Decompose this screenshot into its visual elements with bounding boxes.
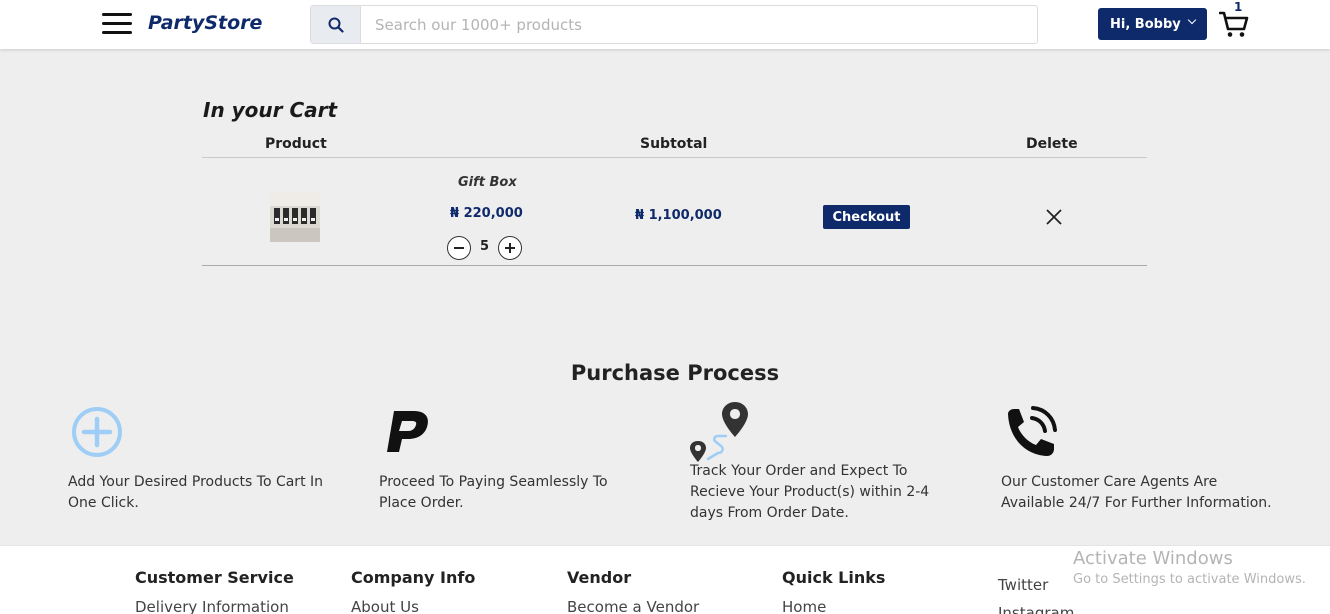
footer-heading-vendor: Vendor	[567, 568, 632, 587]
search-button[interactable]	[311, 6, 361, 43]
purchase-process-title: Purchase Process	[570, 361, 780, 385]
footer-heading-quick-links: Quick Links	[782, 568, 886, 587]
column-header-product: Product	[265, 136, 327, 152]
chevron-down-icon	[1187, 15, 1197, 25]
brand-logo[interactable]: PartyStore	[148, 12, 262, 34]
quantity-value: 5	[480, 239, 490, 254]
route-map-icon	[690, 402, 748, 462]
plus-circle-icon	[72, 407, 122, 457]
search-bar	[310, 5, 1038, 44]
step-description: Track Your Order and Expect To Recieve Y…	[690, 463, 930, 521]
search-icon	[328, 17, 344, 33]
product-thumbnail[interactable]	[270, 192, 320, 242]
close-icon[interactable]	[1045, 208, 1063, 226]
paypal-icon	[387, 411, 428, 452]
product-price: ₦ 220,000	[450, 206, 523, 221]
minus-icon	[454, 247, 464, 249]
hamburger-menu-icon[interactable]	[102, 13, 132, 35]
footer-link-instagram[interactable]: Instagram	[998, 604, 1074, 614]
item-subtotal: ₦ 1,100,000	[635, 208, 722, 223]
footer-link-about-us[interactable]: About Us	[351, 598, 419, 614]
cart-title: In your Cart	[203, 98, 338, 122]
step-description: Our Customer Care Agents Are Available 2…	[1001, 474, 1272, 511]
step-description: Add Your Desired Products To Cart In One…	[68, 474, 324, 511]
table-divider	[202, 157, 1147, 158]
footer-link-become-vendor[interactable]: Become a Vendor	[567, 598, 699, 614]
product-name[interactable]: Gift Box	[458, 175, 517, 190]
step-description: Proceed To Paying Seamlessly To Place Or…	[379, 474, 608, 511]
footer-link-home[interactable]: Home	[782, 598, 826, 614]
decrease-quantity-button[interactable]	[447, 236, 471, 260]
user-menu-button[interactable]: Hi, Bobby	[1098, 8, 1207, 40]
column-header-subtotal: Subtotal	[640, 136, 708, 152]
search-input[interactable]	[363, 6, 1033, 43]
top-header: PartyStore Hi, Bobby 1	[0, 0, 1330, 49]
activate-windows-hint: Go to Settings to activate Windows.	[1073, 572, 1306, 587]
footer-heading-customer-service: Customer Service	[135, 568, 294, 587]
footer-heading-company-info: Company Info	[351, 568, 476, 587]
user-greeting: Hi, Bobby	[1110, 16, 1181, 32]
table-divider	[202, 265, 1147, 266]
shopping-cart-icon[interactable]	[1219, 10, 1249, 38]
footer-link-twitter[interactable]: Twitter	[998, 576, 1048, 594]
increase-quantity-button[interactable]	[498, 236, 522, 260]
activate-windows-watermark: Activate Windows	[1073, 548, 1233, 569]
checkout-button[interactable]: Checkout	[823, 205, 910, 229]
footer-link-delivery-information[interactable]: Delivery Information	[135, 598, 289, 614]
phone-call-icon	[1008, 406, 1057, 456]
column-header-delete: Delete	[1026, 136, 1078, 152]
